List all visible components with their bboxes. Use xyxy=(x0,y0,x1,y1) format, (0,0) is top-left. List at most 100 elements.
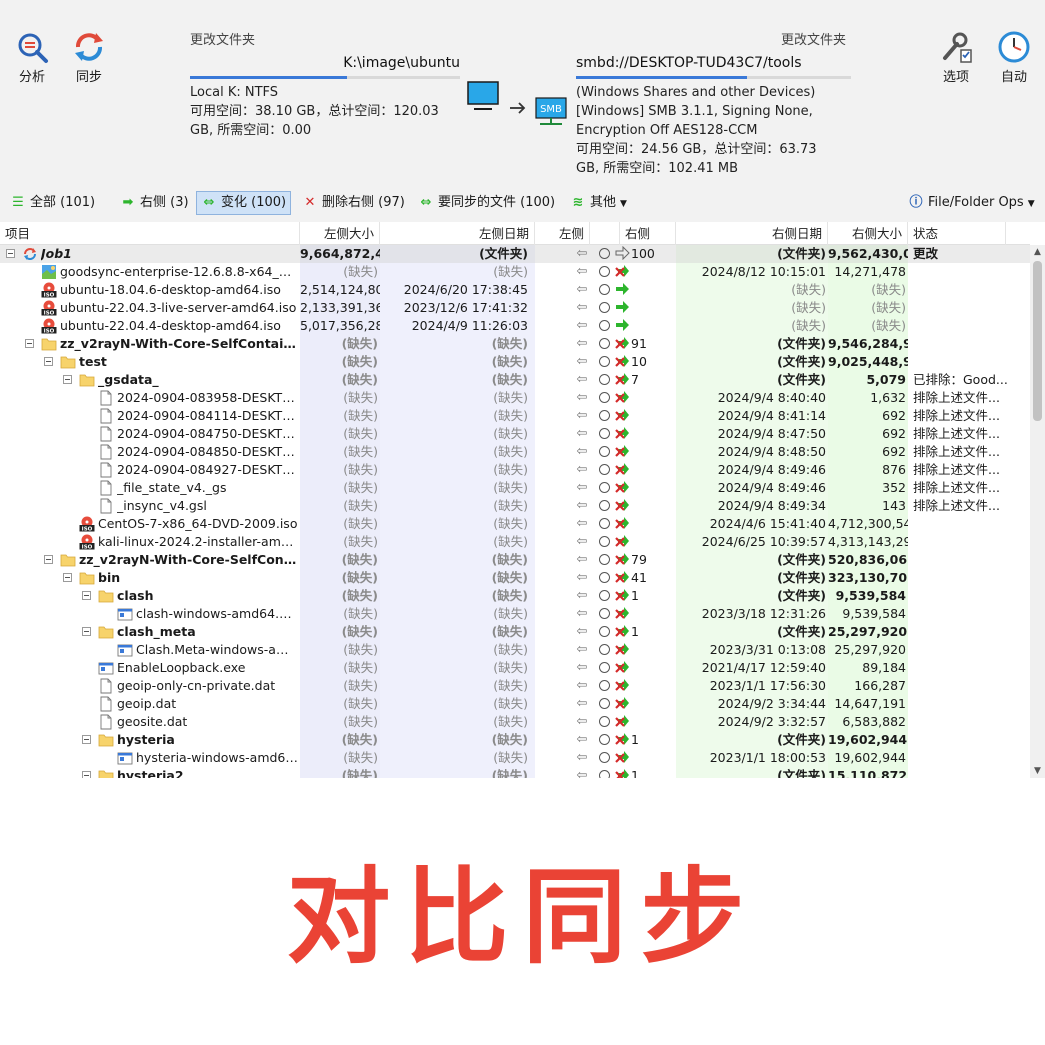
delete-right-icon[interactable] xyxy=(615,732,630,746)
skip-circle-icon[interactable] xyxy=(595,443,613,461)
table-row[interactable]: _file_state_v4._gs (缺失) (缺失) ⇦ 2024/9/4 8:49… xyxy=(0,479,1030,497)
delete-right-icon[interactable] xyxy=(615,552,630,566)
delete-right-icon[interactable] xyxy=(615,642,630,656)
skip-circle-icon[interactable] xyxy=(595,407,613,425)
delete-right-icon[interactable] xyxy=(615,714,630,728)
right-action-cell[interactable]: 79 xyxy=(615,551,675,569)
item-name-cell[interactable]: 2024-0904-084114-DESKTOP-... xyxy=(0,407,300,425)
left-direction-icon[interactable]: ⇦ xyxy=(572,569,592,587)
right-action-cell[interactable] xyxy=(615,515,675,533)
outline-arrow-icon[interactable] xyxy=(615,246,630,260)
item-name-cell[interactable]: geoip.dat xyxy=(0,695,300,713)
analyze-button[interactable]: 分析 xyxy=(7,30,57,85)
left-direction-icon[interactable]: ⇦ xyxy=(572,731,592,749)
table-row[interactable]: ISO ubuntu-22.04.4-desktop-amd64.iso 5,017… xyxy=(0,317,1030,335)
column-header-status[interactable]: 状态 xyxy=(908,222,1006,245)
item-name-cell[interactable]: ISO ubuntu-22.04.3-live-server-amd64.iso xyxy=(0,299,300,317)
delete-right-icon[interactable] xyxy=(615,480,630,494)
item-name-cell[interactable]: 2024-0904-083958-DESKTOP-... xyxy=(0,389,300,407)
item-name-cell[interactable]: clash xyxy=(0,587,300,605)
skip-circle-icon[interactable] xyxy=(595,299,613,317)
left-direction-icon[interactable]: ⇦ xyxy=(572,443,592,461)
left-direction-icon[interactable]: ⇦ xyxy=(572,479,592,497)
table-row[interactable]: clash_meta (缺失) (缺失) ⇦ 1 (文件夹) 25,297,920 xyxy=(0,623,1030,641)
left-direction-icon[interactable]: ⇦ xyxy=(572,749,592,767)
collapse-toggle-icon[interactable] xyxy=(82,735,91,744)
right-action-cell[interactable]: 7 xyxy=(615,371,675,389)
filter-other-dropdown[interactable]: ≋ 其他 ▼ xyxy=(566,191,631,215)
delete-right-icon[interactable] xyxy=(615,372,630,386)
table-row[interactable]: hysteria (缺失) (缺失) ⇦ 1 (文件夹) 19,602,944 xyxy=(0,731,1030,749)
right-action-cell[interactable] xyxy=(615,605,675,623)
copy-right-arrow-icon[interactable] xyxy=(615,300,630,314)
table-row[interactable]: 2024-0904-084750-DESKTOP-... (缺失) (缺失) ⇦ 202… xyxy=(0,425,1030,443)
delete-right-icon[interactable] xyxy=(615,264,630,278)
left-direction-icon[interactable]: ⇦ xyxy=(572,605,592,623)
skip-circle-icon[interactable] xyxy=(595,479,613,497)
skip-circle-icon[interactable] xyxy=(595,353,613,371)
table-row[interactable]: Job19,664,872,448(文件夹)⇦100(文件夹)9,562,430… xyxy=(0,245,1030,263)
table-row[interactable]: _gsdata_ (缺失) (缺失) ⇦ 7 (文件夹) 5,079 已排除：Good... xyxy=(0,371,1030,389)
skip-circle-icon[interactable] xyxy=(595,641,613,659)
delete-right-icon[interactable] xyxy=(615,354,630,368)
filter-delete-right-button[interactable]: ✕ 删除右侧 (97) xyxy=(298,191,409,215)
left-direction-icon[interactable]: ⇦ xyxy=(572,335,592,353)
left-direction-icon[interactable]: ⇦ xyxy=(572,317,592,335)
table-row[interactable]: clash (缺失) (缺失) ⇦ 1 (文件夹) 9,539,584 xyxy=(0,587,1030,605)
scroll-up-icon[interactable]: ▲ xyxy=(1030,245,1045,259)
left-direction-icon[interactable]: ⇦ xyxy=(572,461,592,479)
left-direction-icon[interactable]: ⇦ xyxy=(572,677,592,695)
item-name-cell[interactable]: hysteria-windows-amd64.e... xyxy=(0,749,300,767)
table-row[interactable]: 2024-0904-084114-DESKTOP-... (缺失) (缺失) ⇦ 202… xyxy=(0,407,1030,425)
table-row[interactable]: 2024-0904-084850-DESKTOP-... (缺失) (缺失) ⇦ 202… xyxy=(0,443,1030,461)
right-action-cell[interactable] xyxy=(615,389,675,407)
item-name-cell[interactable]: zz_v2rayN-With-Core-SelfContained xyxy=(0,335,300,353)
item-name-cell[interactable]: test xyxy=(0,353,300,371)
right-action-cell[interactable] xyxy=(615,641,675,659)
left-direction-icon[interactable]: ⇦ xyxy=(572,641,592,659)
right-change-folder-link[interactable]: 更改文件夹 xyxy=(576,31,851,50)
delete-right-icon[interactable] xyxy=(615,426,630,440)
item-name-cell[interactable]: _insync_v4.gsl xyxy=(0,497,300,515)
column-header-left-size[interactable]: 左侧大小 xyxy=(300,222,380,245)
right-action-cell[interactable] xyxy=(615,479,675,497)
copy-right-arrow-icon[interactable] xyxy=(615,282,630,296)
left-direction-icon[interactable]: ⇦ xyxy=(572,353,592,371)
collapse-toggle-icon[interactable] xyxy=(63,375,72,384)
right-action-cell[interactable] xyxy=(615,713,675,731)
delete-right-icon[interactable] xyxy=(615,516,630,530)
right-action-cell[interactable]: 10 xyxy=(615,353,675,371)
item-name-cell[interactable]: ISO ubuntu-22.04.4-desktop-amd64.iso xyxy=(0,317,300,335)
item-name-cell[interactable]: bin xyxy=(0,569,300,587)
delete-right-icon[interactable] xyxy=(615,408,630,422)
table-row[interactable]: bin (缺失) (缺失) ⇦ 41 (文件夹) 323,130,705 xyxy=(0,569,1030,587)
left-path-field[interactable]: K:\image\ubuntu xyxy=(190,54,460,76)
skip-circle-icon[interactable] xyxy=(595,515,613,533)
left-direction-icon[interactable]: ⇦ xyxy=(572,515,592,533)
delete-right-icon[interactable] xyxy=(615,390,630,404)
left-direction-icon[interactable]: ⇦ xyxy=(572,623,592,641)
table-row[interactable]: ISO kali-linux-2024.2-installer-amd64....… xyxy=(0,533,1030,551)
right-action-cell[interactable]: 91 xyxy=(615,335,675,353)
item-name-cell[interactable]: geoip-only-cn-private.dat xyxy=(0,677,300,695)
file-folder-ops-dropdown[interactable]: ⓘ File/Folder Ops ▼ xyxy=(904,191,1039,215)
delete-right-icon[interactable] xyxy=(615,498,630,512)
skip-circle-icon[interactable] xyxy=(595,389,613,407)
delete-right-icon[interactable] xyxy=(615,678,630,692)
column-header-right[interactable]: 右侧 xyxy=(620,222,676,245)
column-header-item[interactable]: 项目 xyxy=(0,222,300,245)
skip-circle-icon[interactable] xyxy=(595,749,613,767)
skip-circle-icon[interactable] xyxy=(595,245,613,263)
right-action-cell[interactable] xyxy=(615,677,675,695)
skip-circle-icon[interactable] xyxy=(595,551,613,569)
collapse-toggle-icon[interactable] xyxy=(82,591,91,600)
left-direction-icon[interactable]: ⇦ xyxy=(572,299,592,317)
left-direction-icon[interactable]: ⇦ xyxy=(572,407,592,425)
skip-circle-icon[interactable] xyxy=(595,587,613,605)
table-row[interactable]: Clash.Meta-windows-amd... (缺失) (缺失) ⇦ 2023/3… xyxy=(0,641,1030,659)
skip-circle-icon[interactable] xyxy=(595,371,613,389)
filter-all-button[interactable]: ☰ 全部 (101) xyxy=(6,191,99,215)
item-name-cell[interactable]: goodsync-enterprise-12.6.8.8-x64_1659... xyxy=(0,263,300,281)
right-action-cell[interactable] xyxy=(615,659,675,677)
table-row[interactable]: geoip.dat (缺失) (缺失) ⇦ 2024/9/2 3:34:44 14,647… xyxy=(0,695,1030,713)
